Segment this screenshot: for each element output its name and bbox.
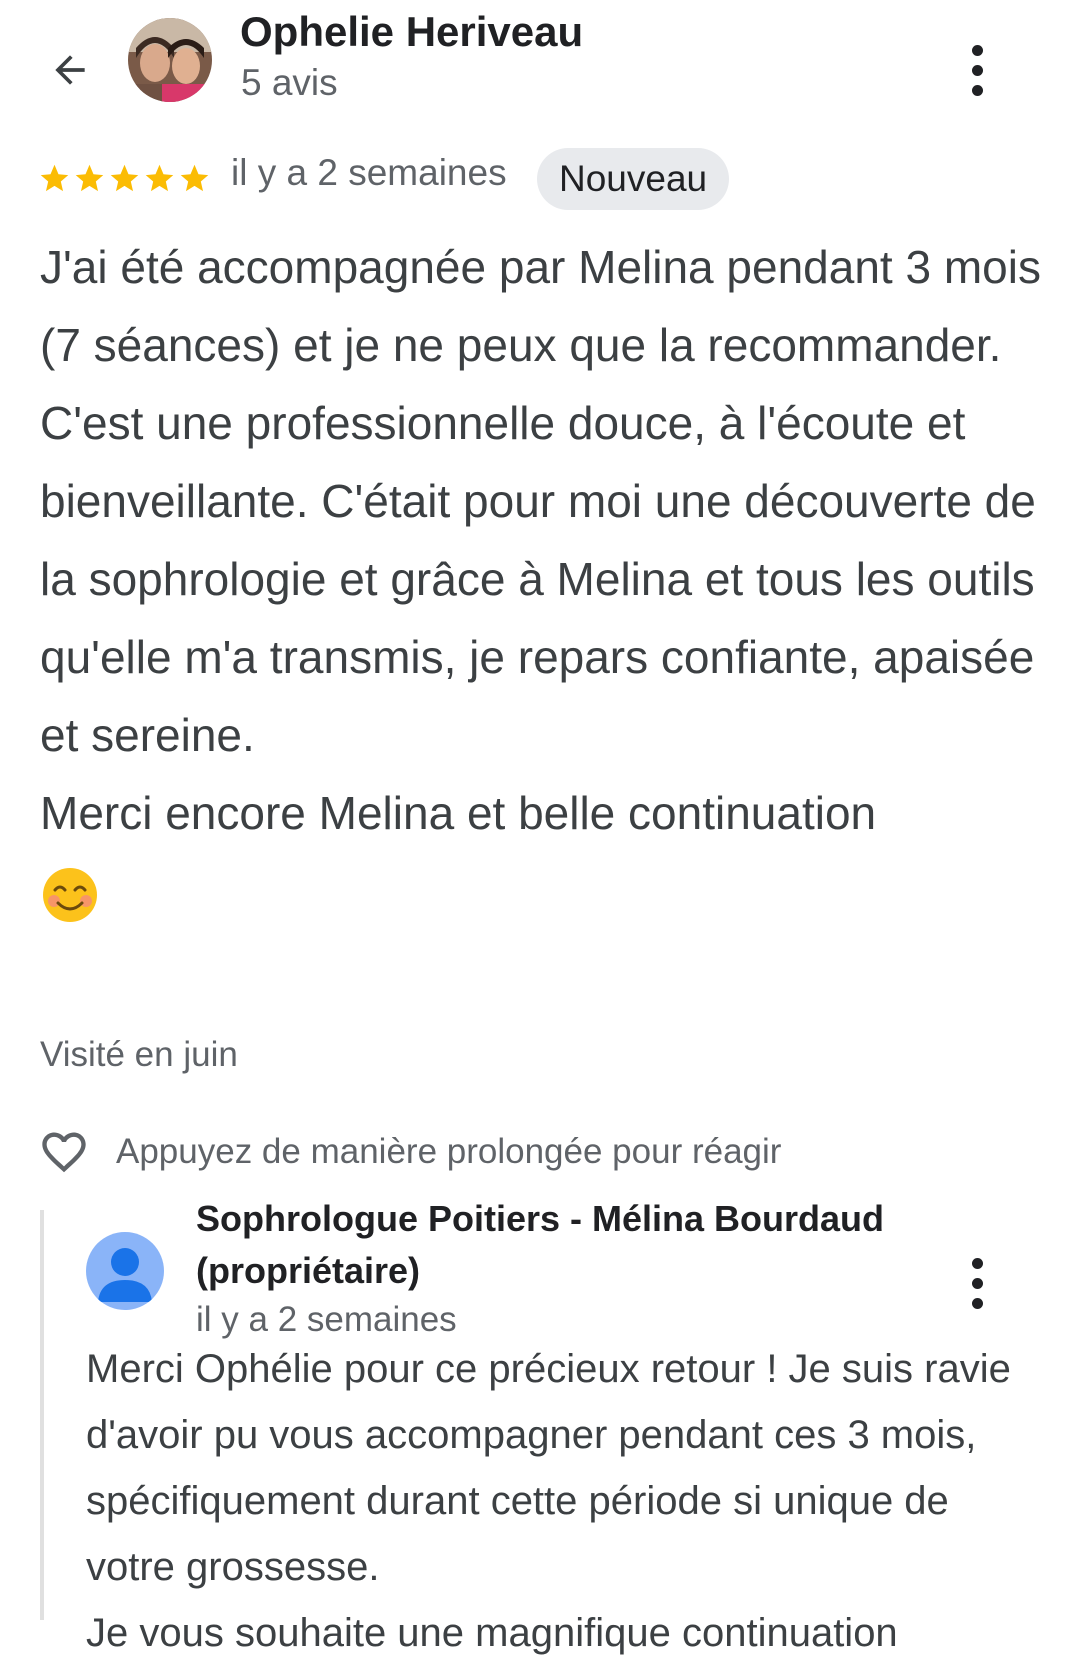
new-badge: Nouveau bbox=[537, 148, 730, 210]
reviewer-name[interactable]: Ophelie Heriveau bbox=[240, 8, 583, 56]
more-vert-icon bbox=[971, 1257, 983, 1269]
review-text: J'ai été accompagnée par Melina pendant … bbox=[40, 228, 1060, 930]
heart-outline-icon bbox=[42, 1132, 86, 1173]
arrow-back-icon bbox=[55, 55, 85, 85]
star-icon bbox=[75, 164, 104, 191]
star-icon bbox=[180, 164, 209, 191]
review-body: J'ai été accompagnée par Melina pendant … bbox=[40, 241, 1041, 761]
react-button[interactable]: Appuyez de manière prolongée pour réagir bbox=[38, 1126, 781, 1178]
review-thanks-text: Merci encore Melina et belle continuatio… bbox=[40, 787, 877, 839]
owner-role: (propriétaire) bbox=[196, 1250, 421, 1291]
smiling-face-emoji bbox=[43, 867, 97, 922]
reply-more-options-button[interactable] bbox=[957, 1251, 997, 1315]
review-count[interactable]: 5 avis bbox=[241, 62, 338, 104]
back-button[interactable] bbox=[36, 36, 104, 104]
react-label: Appuyez de manière prolongée pour réagir bbox=[116, 1132, 782, 1171]
reply-body: Merci Ophélie pour ce précieux retour ! … bbox=[86, 1347, 1011, 1589]
reply-body-cut: Je vous souhaite une magnifique continua… bbox=[86, 1611, 898, 1655]
owner-avatar[interactable] bbox=[86, 1232, 164, 1310]
owner-name-line1: Sophrologue Poitiers - Mélina Bourdaud bbox=[196, 1198, 885, 1239]
more-vert-icon bbox=[971, 44, 983, 56]
owner-name: Sophrologue Poitiers - Mélina Bourdaud (… bbox=[196, 1193, 956, 1297]
star-icon bbox=[110, 164, 139, 191]
person-avatar-icon bbox=[98, 1248, 152, 1302]
star-icon bbox=[40, 164, 69, 191]
star-icon bbox=[145, 164, 174, 191]
reply-date: il y a 2 semaines bbox=[196, 1300, 457, 1339]
reply-text: Merci Ophélie pour ce précieux retour ! … bbox=[86, 1336, 1046, 1666]
review-date: il y a 2 semaines bbox=[231, 152, 507, 193]
reply-divider bbox=[40, 1210, 44, 1620]
reviewer-avatar[interactable] bbox=[128, 18, 212, 102]
star-rating bbox=[38, 155, 211, 201]
more-options-button[interactable] bbox=[957, 38, 997, 102]
review-thanks: Merci encore Melina et belle continuatio… bbox=[40, 774, 1060, 930]
visit-date: Visité en juin bbox=[40, 1035, 238, 1074]
